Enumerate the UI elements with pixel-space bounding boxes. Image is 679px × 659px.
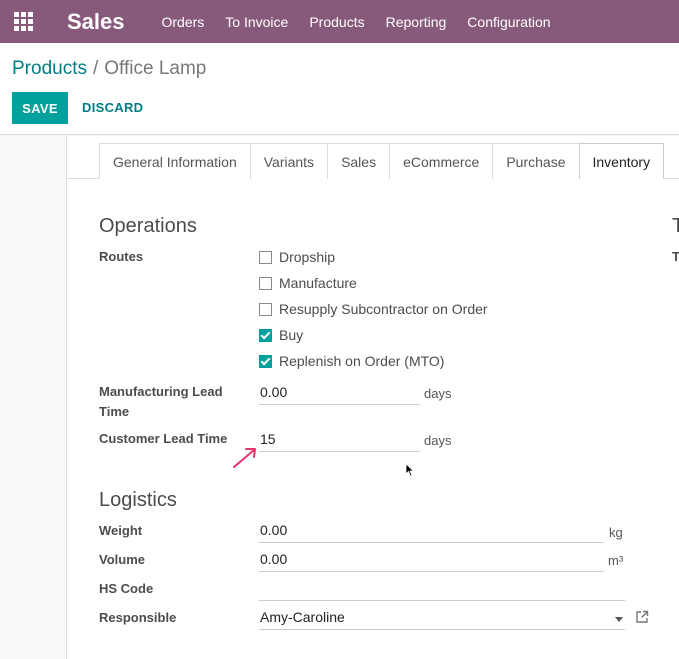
apps-grid-icon[interactable]	[11, 10, 35, 34]
app-name[interactable]: Sales	[67, 9, 125, 35]
annotation-arrow-icon	[233, 448, 256, 468]
volume-input[interactable]: 0.00	[259, 548, 604, 572]
tab-general-information[interactable]: General Information	[99, 143, 251, 179]
volume-unit: m³	[608, 553, 624, 568]
tab-ecommerce[interactable]: eCommerce	[389, 143, 494, 179]
form-sheet: General Information Variants Sales eComm…	[66, 136, 679, 659]
volume-label: Volume	[99, 552, 145, 567]
operations-title: Operations	[99, 215, 197, 237]
breadcrumb-current: Office Lamp	[104, 58, 207, 79]
breadcrumb-products-link[interactable]: Products	[12, 58, 87, 79]
route-mto[interactable]: Replenish on Order (MTO)	[259, 353, 444, 369]
weight-label: Weight	[99, 523, 143, 538]
manufacturing-lead-time-unit: days	[424, 386, 452, 401]
route-resupply-subcontractor[interactable]: Resupply Subcontractor on Order	[259, 301, 488, 317]
route-dropship-label: Dropship	[279, 249, 336, 265]
menu-to-invoice[interactable]: To Invoice	[225, 14, 288, 30]
dropship-checkbox[interactable]	[259, 250, 272, 264]
routes-label: Routes	[99, 249, 144, 264]
route-buy-label: Buy	[279, 327, 304, 343]
menu-products[interactable]: Products	[309, 14, 364, 30]
discard-button[interactable]: DISCARD	[82, 100, 143, 115]
manufacturing-lead-time-label: Manufacturing Lead Time	[99, 382, 223, 422]
menu-reporting[interactable]: Reporting	[386, 14, 447, 30]
weight-unit: kg	[609, 525, 623, 540]
manufacturing-lead-time-label-line1: Manufacturing Lead	[99, 384, 223, 399]
customer-lead-time-label: Customer Lead Time	[99, 431, 228, 446]
logistics-title: Logistics	[99, 489, 177, 511]
manufacturing-lead-time-label-line2: Time	[99, 404, 130, 419]
right-label-fragment: T	[672, 249, 679, 264]
resupply-checkbox[interactable]	[259, 302, 272, 316]
external-link-icon[interactable]	[635, 610, 649, 624]
mouse-pointer-icon	[405, 463, 415, 477]
weight-input[interactable]: 0.00	[259, 519, 604, 543]
tab-variants[interactable]: Variants	[249, 143, 329, 179]
chevron-down-icon[interactable]	[615, 617, 623, 622]
customer-lead-time-unit: days	[424, 433, 452, 448]
manufacturing-lead-time-input[interactable]: 0.00	[259, 381, 420, 405]
control-panel: Products / Office Lamp SAVE DISCARD	[0, 43, 679, 135]
notebook-tabs: General Information Variants Sales eComm…	[99, 143, 665, 179]
responsible-label: Responsible	[99, 610, 177, 625]
route-manufacture[interactable]: Manufacture	[259, 275, 357, 291]
responsible-select[interactable]: Amy-Caroline	[259, 606, 625, 630]
route-buy[interactable]: Buy	[259, 327, 303, 343]
customer-lead-time-input[interactable]: 15	[259, 428, 420, 452]
save-button[interactable]: SAVE	[12, 92, 68, 124]
tab-inventory[interactable]: Inventory	[578, 143, 665, 179]
menu-orders[interactable]: Orders	[162, 14, 205, 30]
breadcrumb: Products / Office Lamp	[12, 58, 206, 80]
hs-code-label: HS Code	[99, 581, 154, 596]
menu-configuration[interactable]: Configuration	[467, 14, 550, 30]
top-navbar: Sales Orders To Invoice Products Reporti…	[0, 0, 679, 43]
route-mto-label: Replenish on Order (MTO)	[279, 353, 445, 369]
hs-code-input[interactable]	[259, 577, 625, 601]
tab-sales[interactable]: Sales	[327, 143, 391, 179]
route-manufacture-label: Manufacture	[279, 275, 357, 291]
route-dropship[interactable]: Dropship	[259, 249, 335, 265]
mto-checkbox[interactable]	[259, 354, 272, 368]
tab-purchase[interactable]: Purchase	[492, 143, 580, 179]
buy-checkbox[interactable]	[259, 328, 272, 342]
breadcrumb-separator: /	[92, 58, 99, 79]
manufacture-checkbox[interactable]	[259, 276, 272, 290]
right-section-title-fragment: T	[672, 215, 679, 237]
route-resupply-label: Resupply Subcontractor on Order	[279, 301, 488, 317]
